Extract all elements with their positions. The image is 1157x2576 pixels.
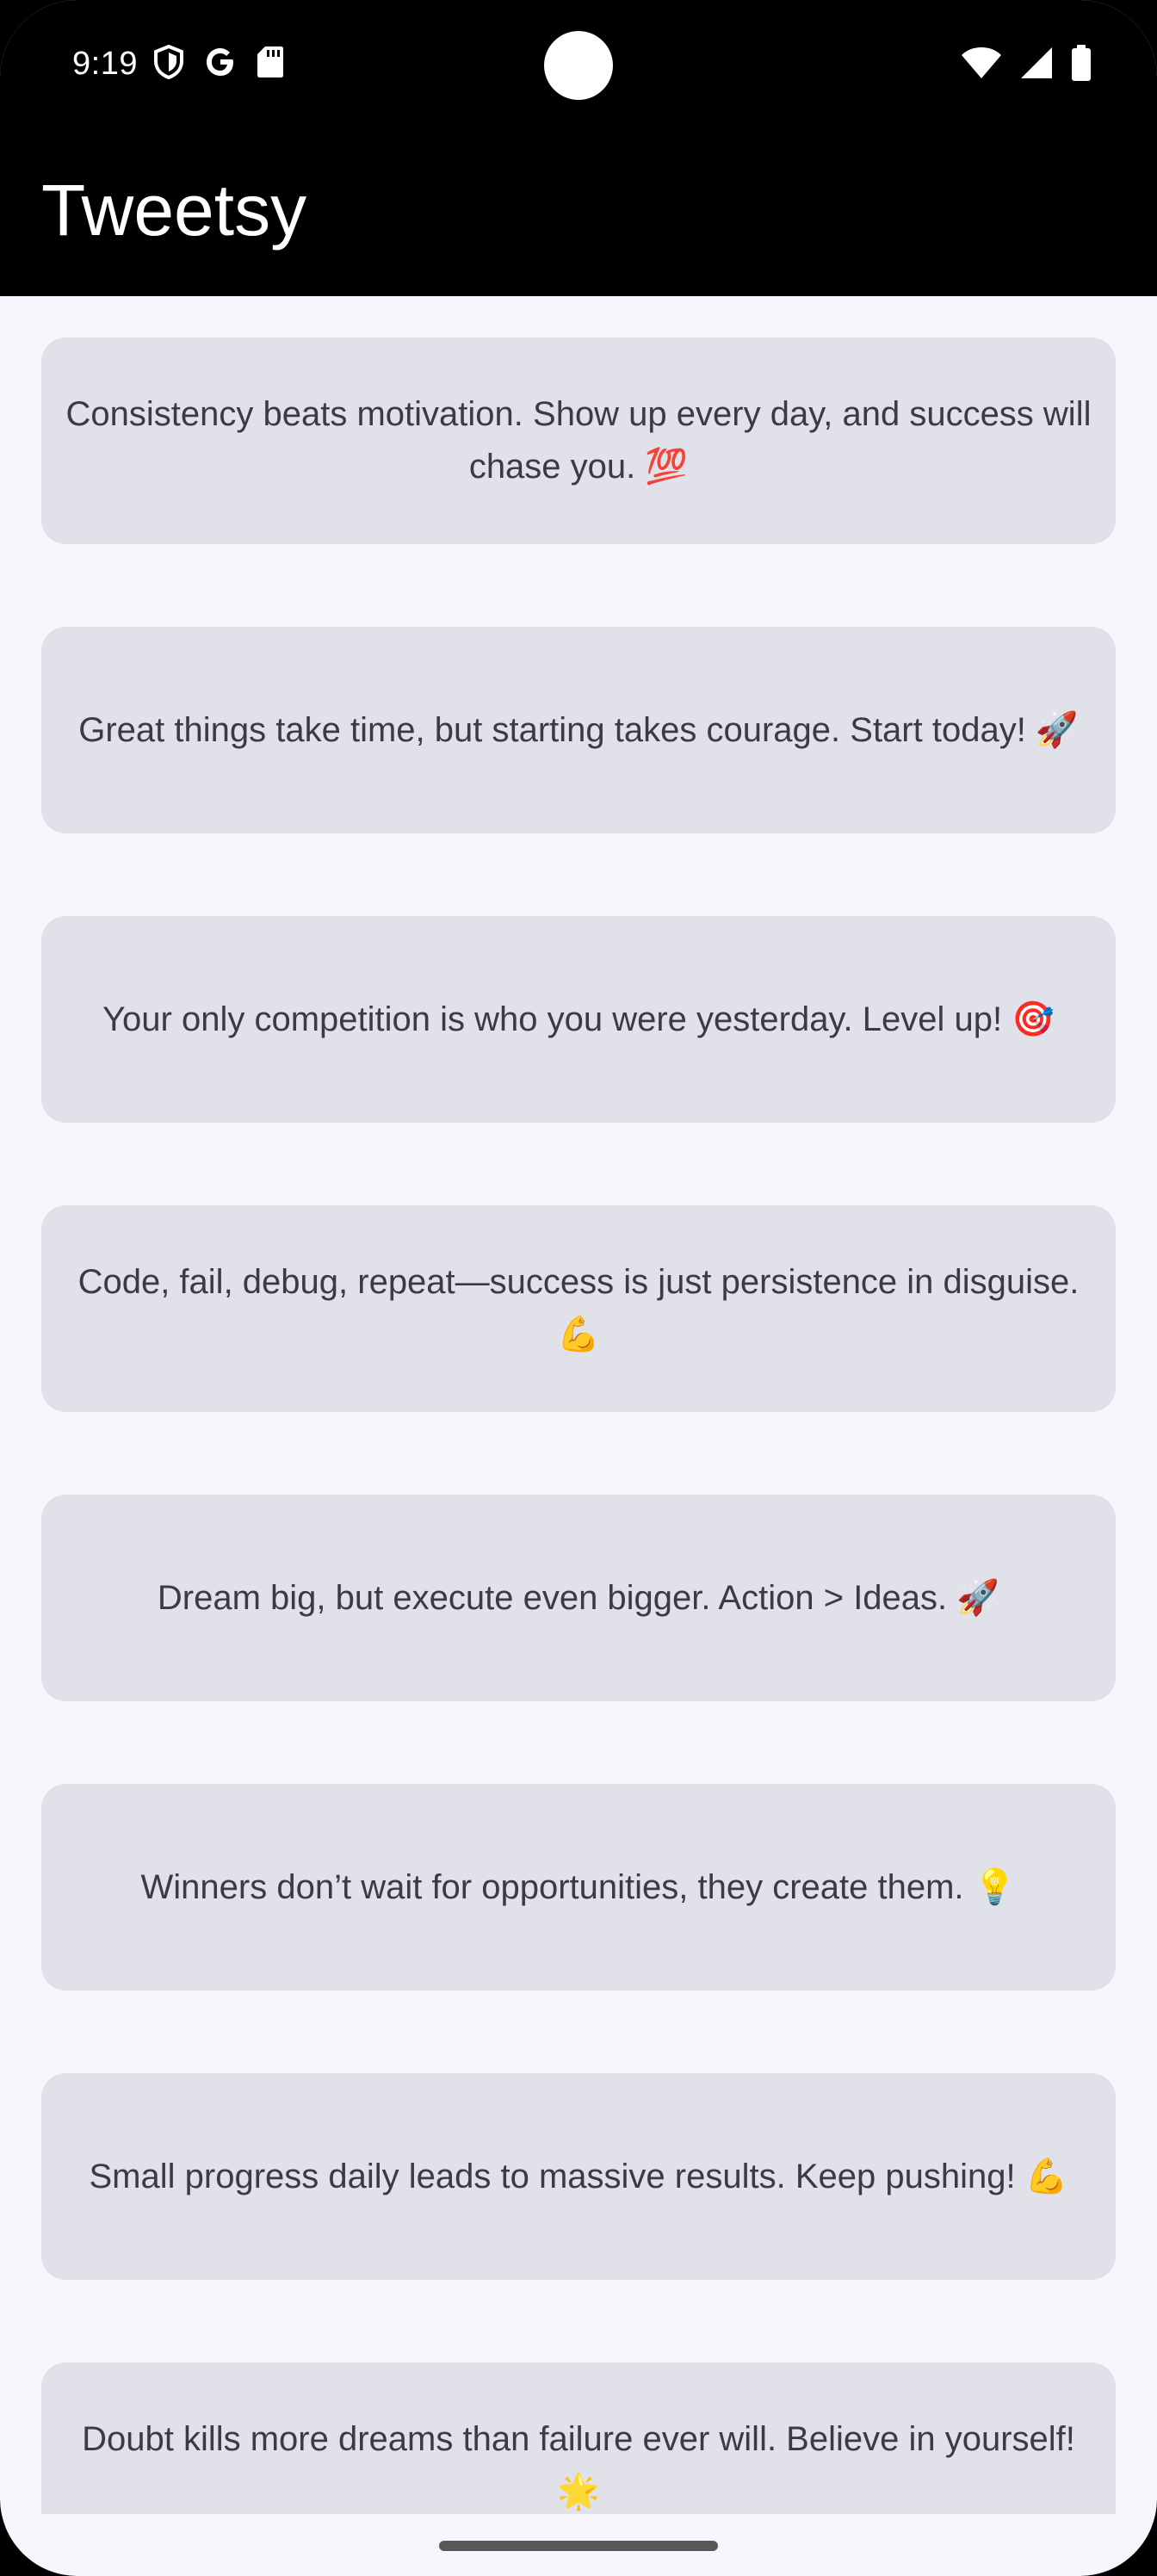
tweet-text: Consistency beats motivation. Show up ev…	[65, 395, 1092, 486]
tweet-text: Winners don’t wait for opportunities, th…	[140, 1867, 1017, 1906]
tweet-card[interactable]: Your only competition is who you were ye…	[41, 916, 1116, 1123]
tweet-card[interactable]: Dream big, but execute even bigger. Acti…	[41, 1495, 1116, 1701]
status-icons-left	[153, 44, 284, 84]
tweet-card[interactable]: Doubt kills more dreams than failure eve…	[41, 2362, 1116, 2514]
device-screen: 9:19 Tweetsy Consistency beats motivatio…	[0, 0, 1157, 2576]
battery-icon	[1071, 45, 1092, 85]
tweet-text: Code, fail, debug, repeat—success is jus…	[77, 1263, 1080, 1353]
tweet-card[interactable]: Code, fail, debug, repeat—success is jus…	[41, 1205, 1116, 1412]
tweet-text: Your only competition is who you were ye…	[102, 1000, 1055, 1038]
tweet-card[interactable]: Consistency beats motivation. Show up ev…	[41, 337, 1116, 544]
app-title: Tweetsy	[41, 170, 307, 251]
front-camera	[544, 31, 613, 100]
tweet-text: Dream big, but execute even bigger. Acti…	[157, 1578, 1000, 1617]
signal-icon	[1019, 46, 1054, 84]
sd-card-icon	[257, 45, 284, 84]
tweet-card[interactable]: Small progress daily leads to massive re…	[41, 2073, 1116, 2280]
shield-icon	[153, 44, 184, 84]
tweet-card[interactable]: Winners don’t wait for opportunities, th…	[41, 1784, 1116, 1991]
status-time: 9:19	[72, 46, 138, 82]
status-icons-right	[961, 45, 1092, 85]
wifi-icon	[961, 46, 1002, 84]
app-bar: Tweetsy	[0, 129, 1157, 296]
tweet-text: Doubt kills more dreams than failure eve…	[82, 2420, 1075, 2511]
home-indicator[interactable]	[439, 2541, 718, 2551]
tweet-card[interactable]: Great things take time, but starting tak…	[41, 627, 1116, 833]
tweet-text: Great things take time, but starting tak…	[78, 710, 1079, 749]
tweet-text: Small progress daily leads to massive re…	[89, 2157, 1068, 2195]
google-icon	[203, 45, 238, 84]
status-bar: 9:19	[0, 0, 1157, 129]
tweet-feed[interactable]: Consistency beats motivation. Show up ev…	[0, 296, 1157, 2514]
